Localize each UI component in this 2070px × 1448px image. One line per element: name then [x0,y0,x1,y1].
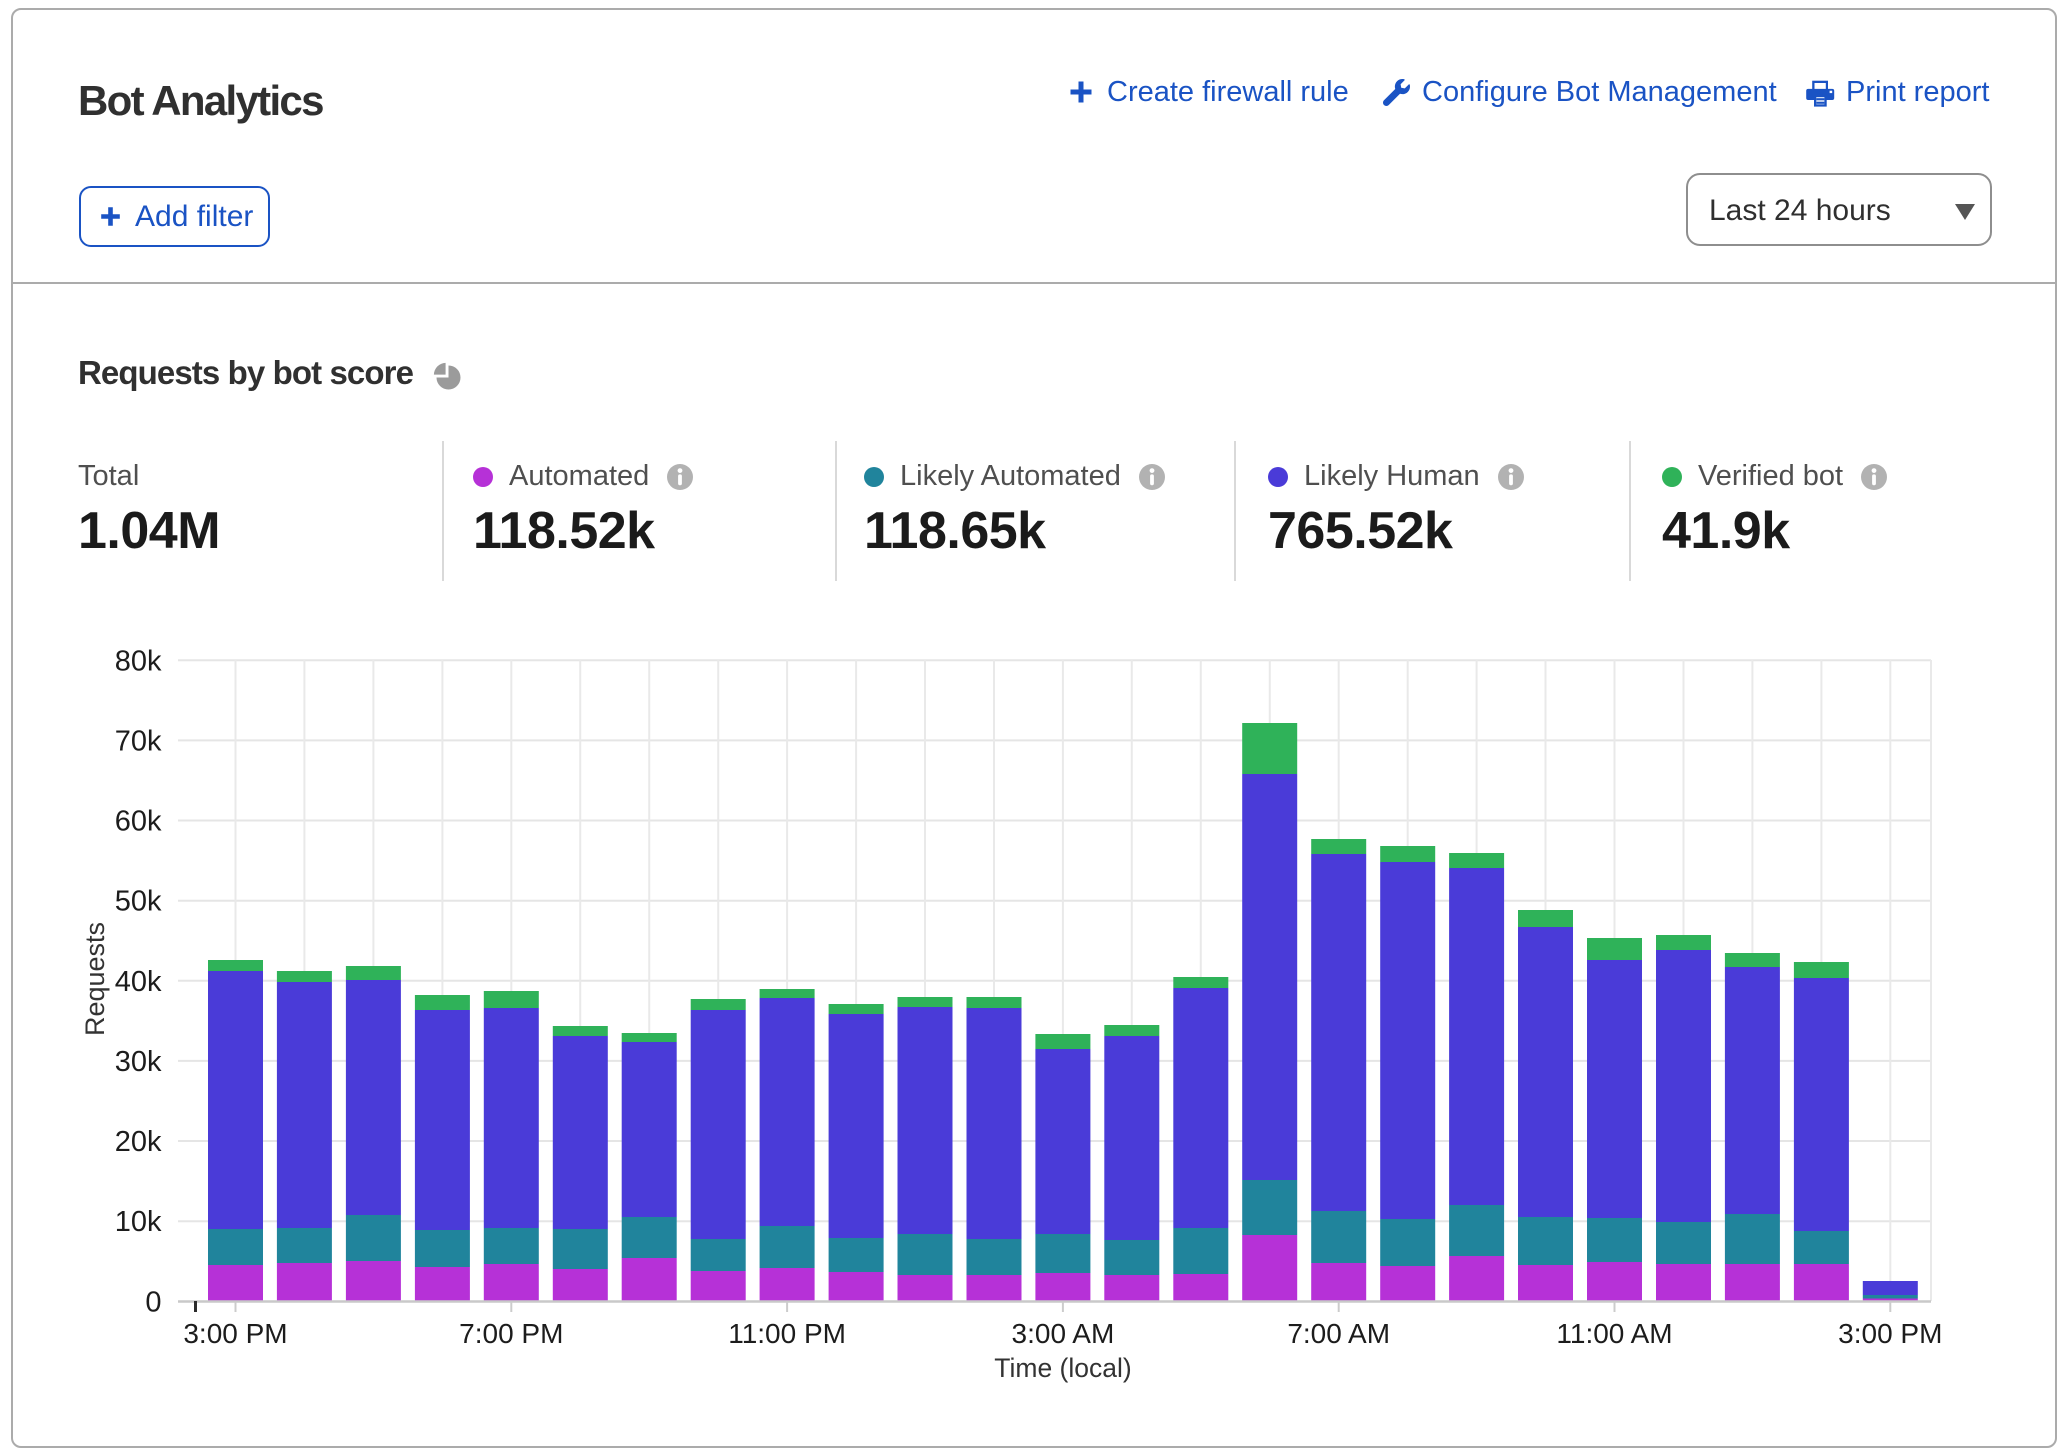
svg-text:3:00 PM: 3:00 PM [1838,1318,1942,1349]
svg-text:40k: 40k [115,966,162,998]
svg-text:Requests: Requests [80,922,110,1036]
svg-text:7:00 PM: 7:00 PM [459,1318,563,1349]
svg-text:10k: 10k [115,1206,162,1238]
svg-text:11:00 AM: 11:00 AM [1556,1318,1672,1349]
svg-text:Time (local): Time (local) [994,1353,1131,1383]
svg-text:80k: 80k [115,645,162,677]
svg-text:3:00 AM: 3:00 AM [1012,1318,1115,1349]
svg-text:50k: 50k [115,886,162,918]
svg-text:11:00 PM: 11:00 PM [728,1318,846,1349]
svg-text:60k: 60k [115,806,162,838]
svg-text:20k: 20k [115,1126,162,1158]
svg-text:3:00 PM: 3:00 PM [183,1318,287,1349]
svg-text:70k: 70k [115,725,162,757]
svg-text:7:00 AM: 7:00 AM [1287,1318,1390,1349]
svg-text:0: 0 [145,1286,161,1318]
svg-text:30k: 30k [115,1046,162,1078]
